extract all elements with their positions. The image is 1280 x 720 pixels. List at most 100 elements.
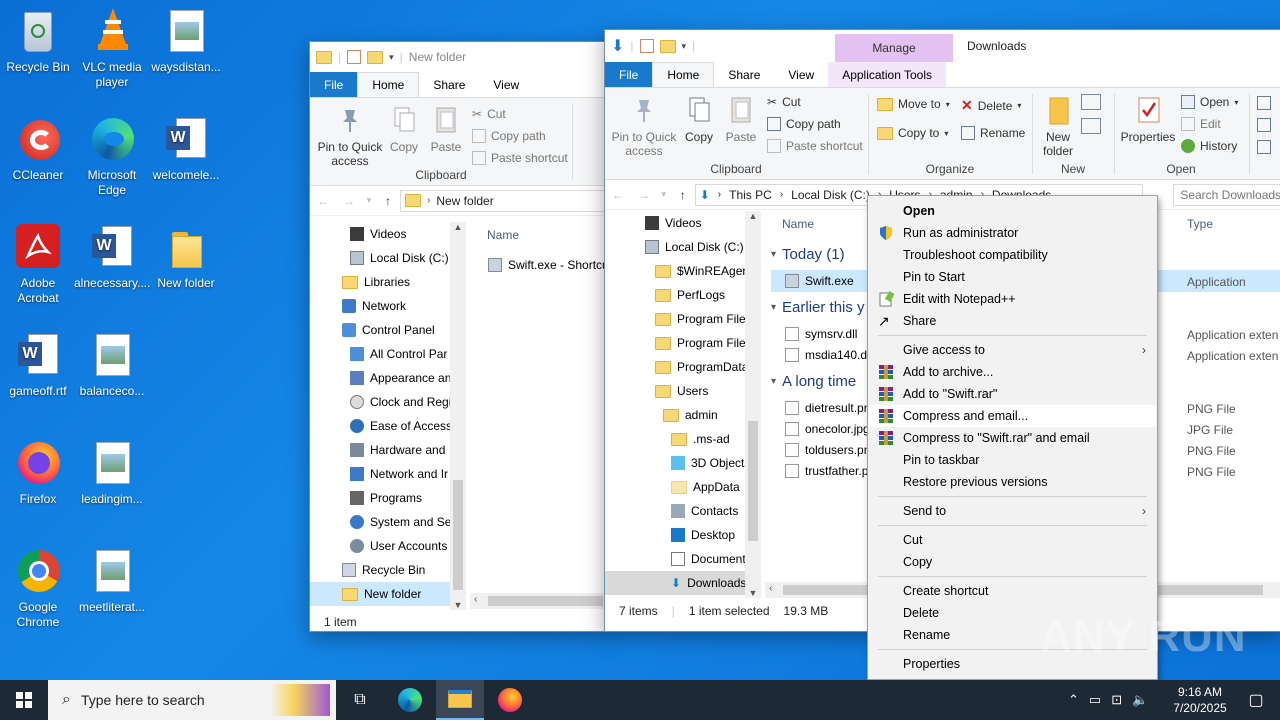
menu-item-share[interactable]: ↗ Share: [869, 310, 1156, 332]
scroll-down-icon[interactable]: ▼: [745, 588, 761, 598]
desktop-icon-ccleaner[interactable]: CCleaner: [0, 116, 76, 183]
desktop-icon-firefox[interactable]: Firefox: [0, 440, 76, 507]
nav-item-winreagent[interactable]: $WinREAgent: [655, 259, 752, 283]
nav-item-documents[interactable]: Documents: [671, 547, 752, 571]
easy-access-icon[interactable]: [1081, 118, 1101, 134]
nav-item-videos[interactable]: Videos: [350, 222, 406, 246]
nav-item-ms-ad[interactable]: .ms-ad: [671, 427, 730, 451]
column-header-name[interactable]: Name: [487, 228, 519, 242]
nav-item-desktop[interactable]: Desktop: [671, 523, 735, 547]
menu-item-restore-versions[interactable]: Restore previous versions: [869, 471, 1156, 493]
tab-home[interactable]: Home: [357, 72, 420, 97]
tray-overflow-chevron-icon[interactable]: ⌃: [1068, 692, 1079, 708]
nav-scrollbar[interactable]: ▲ ▼: [745, 211, 761, 598]
desktop-icon-gameoff[interactable]: W gameoff.rtf: [0, 332, 76, 399]
desktop-icon-alnecessary[interactable]: W alnecessary....: [74, 224, 150, 291]
open-button[interactable]: Open ▾: [1181, 95, 1238, 109]
cut-button[interactable]: ✂ Cut: [767, 95, 801, 109]
back-arrow-icon[interactable]: ←: [310, 194, 336, 208]
nav-item-appearance[interactable]: Appearance an: [350, 366, 451, 390]
nav-item-program-files-x86[interactable]: Program Files: [655, 331, 752, 355]
file-name-swift[interactable]: Swift.exe: [785, 269, 854, 293]
menu-item-create-shortcut[interactable]: Create shortcut: [869, 580, 1156, 602]
nav-scrollbar[interactable]: ▲ ▼: [450, 222, 466, 610]
nav-item-admin[interactable]: admin: [663, 403, 718, 427]
action-center-button[interactable]: ▢: [1232, 680, 1280, 720]
taskbar-file-explorer[interactable]: [436, 680, 484, 720]
tab-view[interactable]: View: [774, 62, 828, 87]
new-folder-icon[interactable]: [659, 39, 676, 53]
rename-button[interactable]: Rename: [961, 126, 1025, 140]
taskbar-edge[interactable]: [386, 680, 434, 720]
file-row[interactable]: msdia140.dll: [785, 343, 872, 367]
tab-file[interactable]: File: [310, 72, 358, 97]
breadcrumb-this-pc[interactable]: This PC: [729, 188, 772, 202]
invert-selection-icon[interactable]: [1257, 140, 1271, 154]
group-header-long-time[interactable]: ▾ A long time: [771, 373, 856, 390]
scroll-up-icon[interactable]: ▲: [450, 222, 466, 232]
scroll-down-icon[interactable]: ▼: [450, 600, 466, 610]
forward-arrow-icon[interactable]: →: [631, 188, 657, 202]
menu-item-edit-notepad[interactable]: Edit with Notepad++: [869, 288, 1156, 310]
column-header-type[interactable]: Type: [1187, 217, 1213, 231]
nav-item-recycle-bin[interactable]: Recycle Bin: [342, 558, 425, 582]
menu-item-give-access[interactable]: Give access to ›: [869, 339, 1156, 361]
scroll-up-icon[interactable]: ▲: [745, 211, 761, 221]
horizontal-scrollbar[interactable]: ‹: [470, 593, 605, 609]
scroll-left-icon[interactable]: ‹: [769, 583, 772, 594]
tab-file[interactable]: File: [605, 62, 653, 87]
menu-item-cut[interactable]: Cut: [869, 529, 1156, 551]
menu-item-copy[interactable]: Copy: [869, 551, 1156, 573]
chevron-down-icon[interactable]: ▾: [389, 52, 394, 63]
desktop-icon-leadingim[interactable]: leadingim...: [74, 440, 150, 507]
nav-item-network[interactable]: Network: [342, 294, 406, 318]
nav-item-perflogs[interactable]: PerfLogs: [655, 283, 725, 307]
menu-item-open[interactable]: Open: [869, 200, 1156, 222]
nav-item-local-disk[interactable]: Local Disk (C:): [350, 246, 449, 270]
desktop-icon-recycle-bin[interactable]: Recycle Bin: [0, 8, 76, 75]
select-none-icon[interactable]: [1257, 118, 1271, 132]
delete-button[interactable]: ✕ Delete ▾: [961, 97, 1021, 114]
new-item-icon[interactable]: [1081, 94, 1101, 110]
menu-item-pin-taskbar[interactable]: Pin to taskbar: [869, 449, 1156, 471]
file-row[interactable]: Swift.exe - Shortcu: [488, 253, 605, 277]
nav-item-ease-of-access[interactable]: Ease of Access: [350, 414, 452, 438]
nav-item-users[interactable]: Users: [655, 379, 708, 403]
nav-item-control-panel[interactable]: Control Panel: [342, 318, 435, 342]
tab-application-tools[interactable]: Application Tools: [828, 62, 947, 87]
properties-button[interactable]: Properties: [1117, 94, 1179, 144]
taskbar-firefox[interactable]: [486, 680, 534, 720]
menu-item-pin-start[interactable]: Pin to Start: [869, 266, 1156, 288]
menu-item-send-to[interactable]: Send to ›: [869, 500, 1156, 522]
nav-item-3d-objects[interactable]: 3D Objects: [671, 451, 750, 475]
new-folder-button[interactable]: New folder: [1037, 94, 1079, 158]
nav-item-user-accounts[interactable]: User Accounts: [350, 534, 447, 558]
menu-item-add-rar[interactable]: Add to "Swift.rar": [869, 383, 1156, 405]
desktop-icon-welcomele[interactable]: W welcomele...: [148, 116, 224, 183]
tab-view[interactable]: View: [479, 72, 533, 97]
file-row[interactable]: trustfather.p: [785, 459, 868, 483]
paste-button[interactable]: Paste: [428, 104, 464, 154]
recent-chevron-icon[interactable]: ▾: [657, 189, 671, 200]
desktop-icon-meetliterat[interactable]: meetliterat...: [74, 548, 150, 615]
desktop-icon-vlc[interactable]: VLC media player: [74, 8, 150, 90]
desktop-icon-new-folder[interactable]: New folder: [148, 224, 224, 291]
desktop-icon-adobe-acrobat[interactable]: Adobe Acrobat: [0, 224, 76, 306]
nav-item-system-security[interactable]: System and Se: [350, 510, 451, 534]
taskbar-search-box[interactable]: ⌕ Type here to search: [48, 680, 336, 720]
properties-icon[interactable]: [347, 50, 362, 64]
cut-button[interactable]: ✂ Cut: [472, 107, 506, 121]
nav-item-new-folder[interactable]: New folder: [310, 582, 466, 606]
desktop-icon-balanceco[interactable]: balanceco...: [74, 332, 150, 399]
paste-button[interactable]: Paste: [723, 94, 759, 144]
edit-button[interactable]: Edit: [1181, 117, 1221, 131]
pin-quick-access-button[interactable]: Pin to Quick access: [316, 104, 384, 168]
copy-path-button[interactable]: Copy path: [767, 117, 841, 131]
new-folder-icon[interactable]: [367, 50, 384, 64]
menu-item-add-archive[interactable]: Add to archive...: [869, 361, 1156, 383]
properties-icon[interactable]: [639, 39, 654, 53]
menu-item-troubleshoot[interactable]: Troubleshoot compatibility: [869, 244, 1156, 266]
tab-share[interactable]: Share: [419, 72, 479, 97]
recent-chevron-icon[interactable]: ▾: [362, 195, 376, 206]
nav-item-programs[interactable]: Programs: [350, 486, 422, 510]
